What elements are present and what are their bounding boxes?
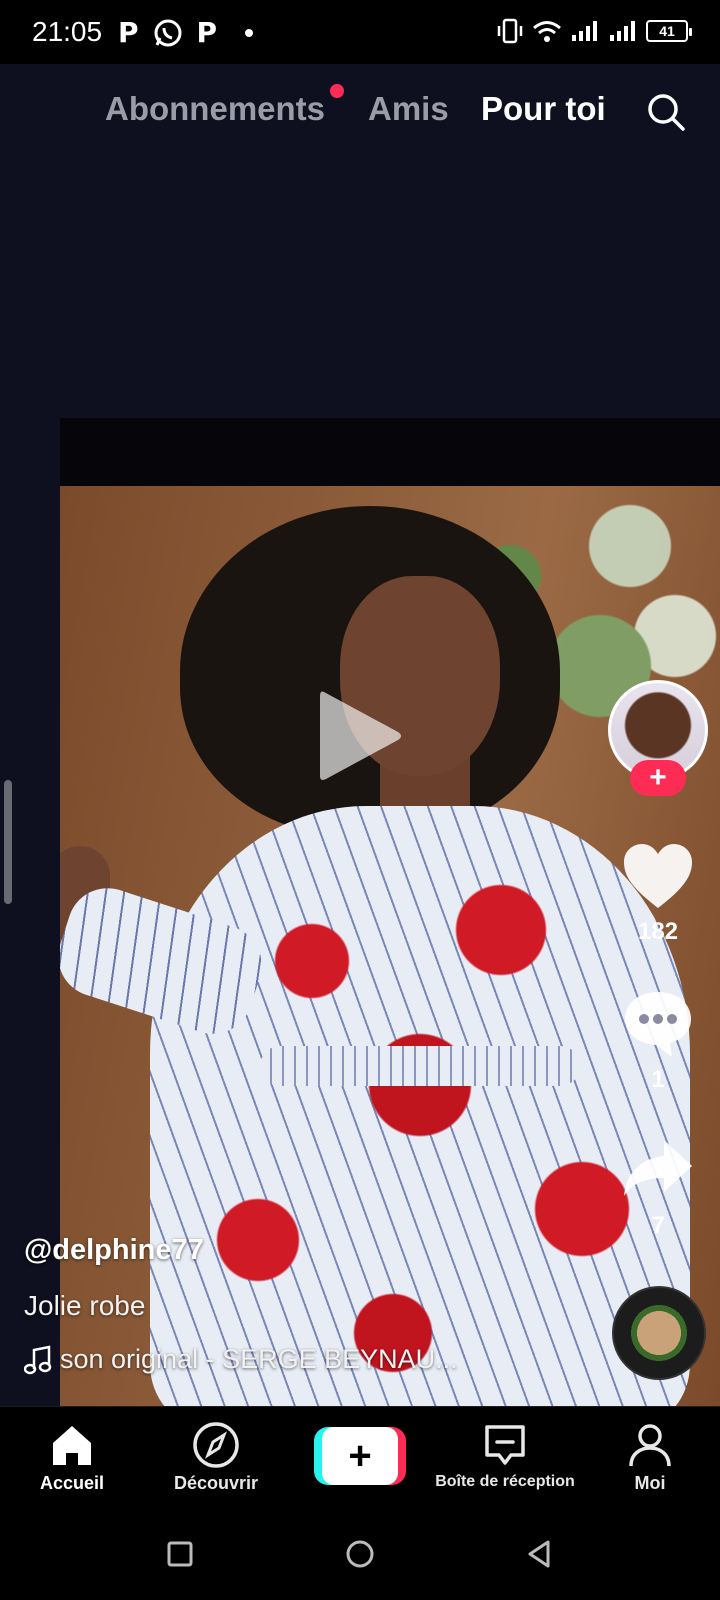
like-count: 182 [637,918,679,945]
nav-label: Boîte de réception [435,1473,575,1490]
search-icon[interactable] [646,92,686,132]
compass-icon [193,1422,239,1468]
wifi-icon [533,21,561,42]
share-count: 7 [651,1212,665,1239]
scroll-indicator[interactable] [4,780,12,904]
nav-item-accueil[interactable]: Accueil [2,1421,142,1494]
signal-icon [572,21,597,41]
music-disc[interactable] [612,1286,706,1380]
music-note-icon [24,1344,52,1374]
status-bar: 21:05 P P 41 [0,0,720,64]
play-icon[interactable] [318,686,402,786]
inbox-icon [485,1425,525,1465]
comment-icon[interactable] [622,988,694,1060]
post-caption: Jolie robe [24,1290,146,1321]
video-frame[interactable] [60,486,720,1406]
notification-dot [330,84,344,98]
video-dress [150,806,690,1406]
share-icon[interactable] [622,1138,694,1198]
p-notification-icon: P [118,16,139,49]
tab-abonnements[interactable]: Abonnements [105,90,325,128]
heart-icon[interactable] [622,842,694,910]
whatsapp-icon [154,19,182,46]
post-sound[interactable]: son original - SERGE BEYNAU... [24,1344,458,1375]
tab-pour-toi[interactable]: Pour toi [481,90,606,128]
p-notification-icon: P [196,16,218,49]
nav-label: Accueil [39,1473,105,1493]
system-navigation [0,1510,720,1600]
nav-label: Découvrir [173,1473,259,1493]
nav-label: Moi [634,1473,666,1493]
signal-icon [610,21,635,41]
video-letterbox [60,418,720,486]
comment-count: 1 [651,1066,665,1093]
dot-icon [245,28,254,37]
status-time: 21:05 [32,16,103,47]
create-plus-icon: + [322,1427,398,1485]
nav-item-moi[interactable]: Moi [580,1421,720,1494]
home-circle-icon[interactable] [340,1534,380,1574]
create-button[interactable]: + [314,1427,406,1485]
back-icon[interactable] [520,1534,560,1574]
profile-icon [629,1424,671,1467]
follow-button[interactable]: + [630,760,686,796]
tab-amis[interactable]: Amis [368,90,449,128]
sound-label: son original - SERGE BEYNAU... [60,1344,458,1374]
video-belt [260,1046,580,1086]
nav-item-inbox[interactable]: Boîte de réception [430,1421,580,1491]
recent-apps-icon[interactable] [160,1534,200,1574]
battery-icon: 41 [646,20,692,42]
status-system-icons: 41 [496,18,692,44]
home-icon [53,1426,91,1465]
nav-item-decouvrir[interactable]: Découvrir [146,1421,286,1494]
bottom-navigation: Accueil Découvrir + Boîte de réception M… [0,1406,720,1510]
status-notification-icons: P P [118,16,254,49]
post-username[interactable]: @delphine77 [24,1234,204,1267]
vibrate-icon [497,18,523,44]
